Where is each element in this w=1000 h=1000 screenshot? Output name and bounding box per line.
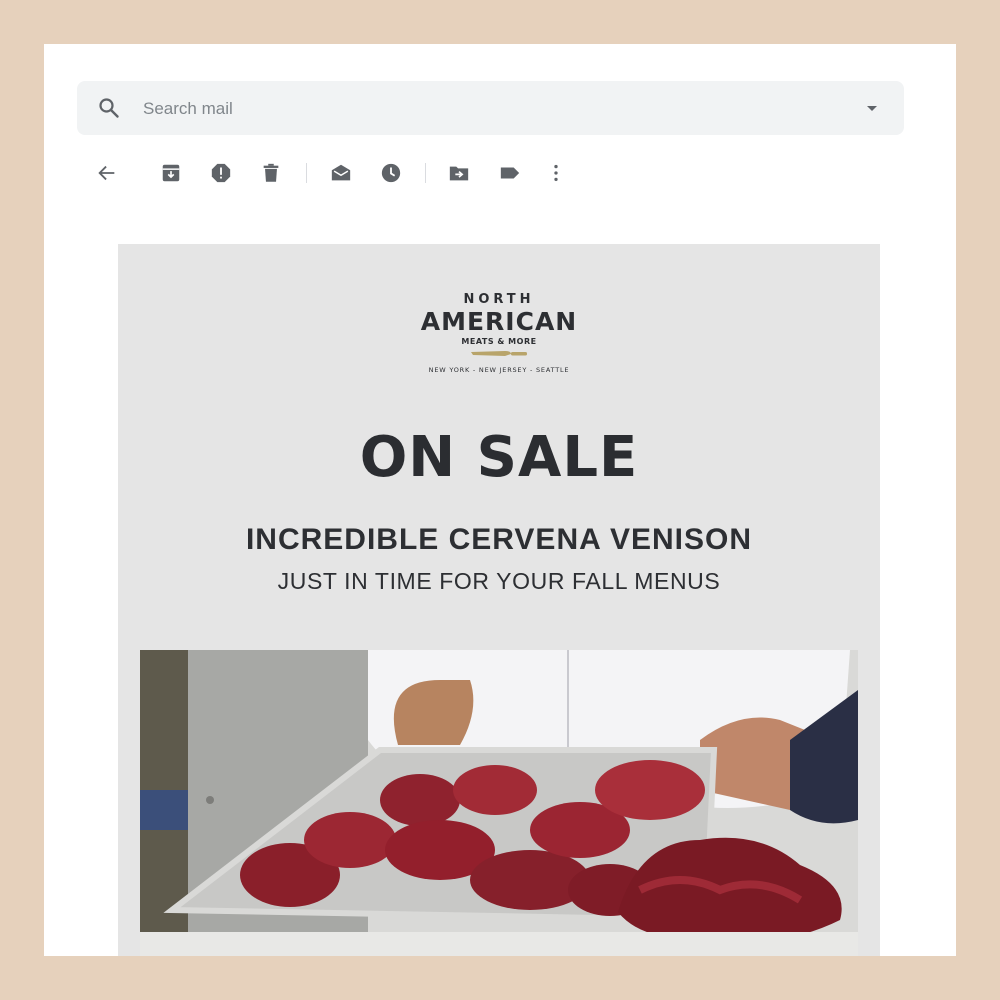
toolbar-divider: [425, 163, 426, 183]
product-subheadline: INCREDIBLE CERVENA VENISON: [245, 523, 753, 556]
snooze-button[interactable]: [379, 161, 403, 185]
move-to-button[interactable]: [447, 161, 471, 185]
sale-headline: ON SALE: [359, 425, 639, 490]
mark-unread-button[interactable]: [329, 161, 353, 185]
back-button[interactable]: [95, 161, 119, 185]
more-button[interactable]: [544, 161, 568, 185]
search-icon[interactable]: [97, 96, 121, 120]
knife-icon: [471, 351, 527, 356]
archive-button[interactable]: [159, 161, 183, 185]
search-bar[interactable]: [77, 81, 904, 135]
report-spam-button[interactable]: [209, 161, 233, 185]
report-spam-icon: [211, 163, 231, 183]
labels-button[interactable]: [498, 161, 522, 185]
tagline: JUST IN TIME FOR YOUR FALL MENUS: [277, 568, 721, 594]
message-toolbar: [44, 157, 956, 189]
logo-line-3: MEATS & MORE: [461, 337, 537, 346]
search-input[interactable]: [141, 93, 825, 125]
delete-button[interactable]: [259, 161, 283, 185]
logo-line-2: AMERICAN: [420, 307, 578, 336]
label-icon: [500, 167, 520, 179]
archive-icon: [162, 164, 180, 182]
hero-image[interactable]: [140, 650, 858, 956]
arrow-left-icon: [98, 165, 115, 181]
logo-cities: NEW YORK - NEW JERSEY - SEATTLE: [428, 366, 570, 374]
trash-icon: [263, 163, 279, 182]
logo-line-1: NORTH: [463, 292, 535, 307]
mail-window: NORTH AMERICAN MEATS & MORE NEW YORK - N…: [44, 44, 956, 956]
caret-down-icon[interactable]: [862, 98, 882, 118]
mark-unread-icon: [331, 164, 351, 181]
email-body: NORTH AMERICAN MEATS & MORE NEW YORK - N…: [118, 244, 880, 956]
toolbar-divider: [306, 163, 307, 183]
brand-logo[interactable]: NORTH AMERICAN MEATS & MORE NEW YORK - N…: [118, 292, 880, 392]
move-to-folder-icon: [449, 166, 469, 181]
clock-icon: [381, 163, 401, 183]
more-vert-icon: [554, 164, 558, 182]
